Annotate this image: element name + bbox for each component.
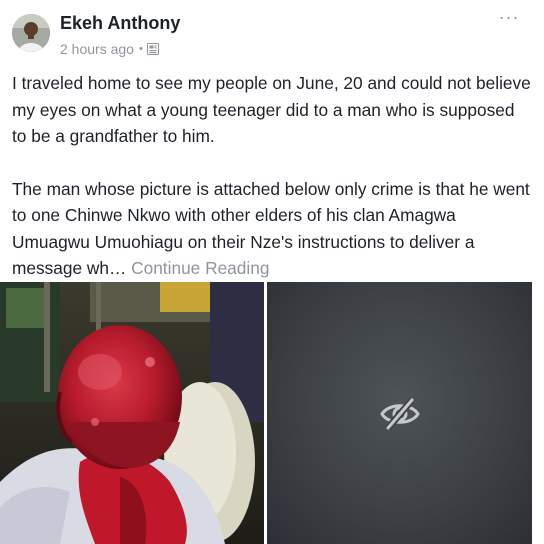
photo-grid-margin	[532, 282, 544, 544]
continue-reading-link[interactable]: Continue Reading	[131, 258, 269, 278]
post-photo-1[interactable]	[0, 282, 264, 544]
photo-grid	[0, 282, 544, 544]
author-avatar[interactable]	[12, 14, 50, 52]
post-paragraph-2-text: The man whose picture is attached below …	[12, 178, 530, 279]
eye-slash-icon	[380, 397, 420, 431]
post-meta: 2 hours ago •	[60, 40, 159, 58]
more-options-icon[interactable]: ···	[496, 8, 522, 30]
injured-man-photo	[0, 282, 264, 544]
post-timestamp[interactable]: 2 hours ago	[60, 41, 134, 57]
post-body: I traveled home to see my people on June…	[12, 70, 532, 282]
post-photo-2-hidden[interactable]	[267, 282, 532, 544]
public-globe-icon[interactable]	[146, 43, 159, 55]
meta-separator: •	[138, 43, 143, 55]
post-header: Ekeh Anthony 2 hours ago • ···	[0, 0, 544, 62]
post-card: Ekeh Anthony 2 hours ago • ··· I travele…	[0, 0, 544, 544]
post-paragraph-2: The man whose picture is attached below …	[12, 176, 532, 282]
avatar-image	[12, 14, 50, 52]
author-name[interactable]: Ekeh Anthony	[60, 13, 180, 34]
post-paragraph-1: I traveled home to see my people on June…	[12, 73, 531, 146]
